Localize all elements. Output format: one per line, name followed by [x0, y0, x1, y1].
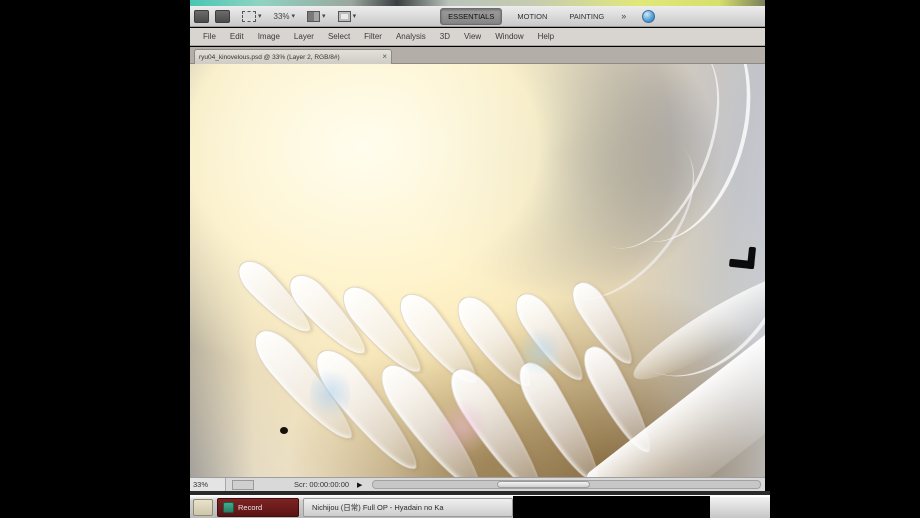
iridescent-highlight [520, 324, 560, 380]
menu-help[interactable]: Help [531, 30, 561, 43]
status-zoom-field[interactable]: 33% [190, 478, 226, 491]
screen-mode-control[interactable]: ▾ [337, 10, 357, 22]
menu-edit[interactable]: Edit [223, 30, 251, 43]
taskbar: Record Nichijou (日常) Full OP - Hyadain n… [190, 495, 770, 518]
black-censor-rectangle [513, 495, 710, 518]
menu-layer[interactable]: Layer [287, 30, 321, 43]
menu-3d[interactable]: 3D [433, 30, 457, 43]
document-canvas[interactable] [190, 64, 765, 477]
extras-panel-icon[interactable] [215, 9, 230, 23]
document-tab-title: ryu04_kinovelous.psd @ 33% (Layer 2, RGB… [199, 53, 340, 61]
bridge-icon[interactable] [194, 9, 209, 23]
menu-select[interactable]: Select [321, 30, 357, 43]
menu-image[interactable]: Image [251, 30, 287, 43]
document-tab[interactable]: ryu04_kinovelous.psd @ 33% (Layer 2, RGB… [194, 49, 392, 64]
status-flyout-arrow[interactable]: ▶ [357, 481, 362, 489]
menu-window[interactable]: Window [488, 30, 530, 43]
workspace-painting-button[interactable]: PAINTING [562, 9, 611, 24]
chevron-down-icon: ▾ [258, 13, 262, 20]
taskbar-start-icon[interactable] [193, 498, 213, 516]
status-zoom-value: 33% [193, 480, 209, 489]
arrange-documents-control[interactable]: ▾ [307, 10, 326, 22]
menu-bar: File Edit Image Layer Select Filter Anal… [190, 28, 765, 46]
black-bracket-mark [728, 245, 757, 270]
workspace-overflow-button[interactable]: » [621, 11, 626, 21]
horizontal-scrollbar[interactable] [372, 480, 761, 489]
taskbar-tray-area [710, 495, 770, 518]
zoom-level-value: 33% [273, 11, 290, 21]
menu-analysis[interactable]: Analysis [389, 30, 433, 43]
recorder-taskbar-button[interactable]: Record [217, 497, 299, 517]
video-window-taskbar-button[interactable]: Nichijou (日常) Full OP - Hyadain no Ka [303, 497, 513, 517]
video-window-title: Nichijou (日常) Full OP - Hyadain no Ka [312, 502, 444, 512]
scrollbar-thumb[interactable] [497, 481, 590, 488]
photoshop-window: ▾ 33% ▾ ▾ ▾ ESSENTIALS MOTION PAINTING » [190, 0, 765, 495]
cs-live-icon[interactable] [642, 9, 656, 23]
chevron-down-icon: ▾ [291, 13, 296, 20]
workspace-essentials-button[interactable]: ESSENTIALS [440, 7, 503, 25]
menu-file[interactable]: File [196, 30, 223, 43]
chevron-down-icon: ▾ [322, 13, 326, 20]
arrange-documents-icon [307, 10, 321, 22]
iridescent-highlight [310, 364, 350, 424]
chevron-down-icon: ▾ [352, 13, 357, 20]
view-extras-control[interactable]: ▾ [242, 10, 262, 22]
menu-view[interactable]: View [457, 30, 488, 43]
recorder-app-icon [223, 501, 234, 513]
menu-filter[interactable]: Filter [357, 30, 389, 43]
zoom-level-control[interactable]: 33% ▾ [274, 12, 296, 21]
close-icon[interactable]: × [382, 53, 387, 61]
workspace-motion-button[interactable]: MOTION [510, 9, 554, 24]
video-frame: ▾ 33% ▾ ▾ ▾ ESSENTIALS MOTION PAINTING » [0, 0, 920, 518]
view-extras-icon [242, 10, 256, 22]
screen-mode-icon [337, 10, 351, 22]
workspace-switcher: ESSENTIALS MOTION PAINTING » [440, 7, 656, 25]
status-panel-box [232, 479, 254, 490]
iridescent-highlight [440, 394, 486, 460]
black-dot-mark [280, 427, 288, 434]
status-doc-info: Scr: 00:00:00:00 [294, 480, 350, 489]
status-bar: 33% Scr: 00:00:00:00 ▶ [190, 477, 765, 491]
recorder-button-label: Record [238, 502, 263, 512]
document-tab-strip: ryu04_kinovelous.psd @ 33% (Layer 2, RGB… [190, 47, 765, 64]
application-bar: ▾ 33% ▾ ▾ ▾ ESSENTIALS MOTION PAINTING » [190, 6, 765, 27]
